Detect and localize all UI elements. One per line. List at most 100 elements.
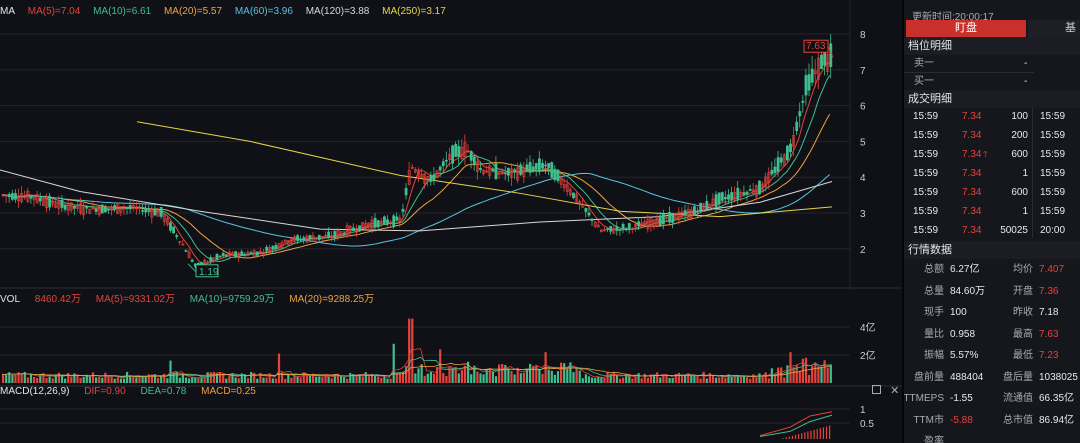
- volume-bar: [746, 377, 749, 383]
- trade-time: 15:59: [913, 149, 939, 160]
- macd-window-buttons: ✕: [872, 384, 899, 397]
- candle-body: [240, 251, 244, 256]
- buy1-row: 买一 -: [904, 72, 1080, 91]
- volume-bar: [246, 378, 250, 383]
- tab-fundamentals[interactable]: 基: [1028, 20, 1080, 37]
- candle-body: [503, 172, 507, 175]
- volume-bar: [618, 378, 622, 383]
- volume-bar: [206, 372, 209, 383]
- volume-bar: [454, 366, 457, 383]
- volume-bar: [631, 378, 634, 383]
- candle-body: [249, 252, 253, 254]
- price-tick: 6: [860, 102, 866, 113]
- volume-bar: [51, 378, 54, 383]
- candle-body: [144, 207, 148, 213]
- market-value: 6.27亿: [950, 264, 980, 275]
- candle-body: [705, 200, 709, 210]
- candle-body: [224, 254, 228, 257]
- trade-price: 7.34: [962, 168, 982, 179]
- volume-bar: [718, 377, 721, 383]
- trade-time-next: 20:00: [1040, 225, 1066, 236]
- volume-bar: [277, 353, 281, 383]
- volume-bar: [284, 378, 287, 383]
- volume-bar: [181, 374, 184, 383]
- volume-bar: [408, 318, 411, 383]
- volume-bar: [767, 378, 770, 383]
- volume-bar: [119, 378, 122, 383]
- candle-body: [457, 146, 461, 157]
- macd-dif-value: DIF=0.90: [84, 386, 126, 397]
- trade-price: 7.34: [962, 225, 982, 236]
- candle-body: [184, 250, 188, 252]
- volume-bar: [414, 373, 417, 383]
- candle-body: [153, 209, 157, 216]
- candle-body: [141, 210, 145, 212]
- market-value: 7.407: [1039, 264, 1065, 275]
- candlestick-chart[interactable]: 8 7 6 5 4 3 2 7.63 1.19: [0, 0, 902, 290]
- order-book-title: 档位明细: [904, 37, 1080, 55]
- candle-body: [541, 163, 544, 169]
- volume-bar: [711, 375, 715, 383]
- volume-bar: [184, 377, 188, 383]
- candle-body: [798, 111, 802, 117]
- candle-body: [382, 216, 386, 224]
- candle-body: [668, 211, 672, 223]
- ma-line: [1, 113, 831, 259]
- volume-bar: [380, 378, 383, 383]
- candle-body: [779, 157, 783, 163]
- volume-bar: [169, 360, 172, 383]
- volume-bar: [26, 377, 29, 383]
- volume-bar: [553, 374, 556, 383]
- candle-body: [624, 228, 628, 230]
- candle-body: [128, 205, 132, 210]
- volume-bar: [594, 377, 597, 383]
- trade-time: 15:59: [913, 187, 939, 198]
- candle-body: [392, 215, 396, 228]
- volume-bar: [330, 378, 333, 383]
- candle-body: [730, 192, 734, 201]
- volume-bar: [178, 377, 181, 383]
- chart-area[interactable]: MA MA(5)=7.04 MA(10)=6.61 MA(20)=5.57 MA…: [0, 0, 902, 443]
- volume-bar: [188, 378, 191, 383]
- ma-line: [1, 62, 830, 265]
- volume-bar: [157, 378, 160, 383]
- candle-body: [736, 187, 740, 200]
- trade-time: 15:59: [913, 130, 939, 141]
- sell1-row: 卖一 -: [904, 54, 1080, 73]
- candle-body: [234, 251, 238, 258]
- candle-body: [94, 208, 98, 212]
- volume-bar: [730, 376, 733, 383]
- candle-body: [438, 166, 442, 171]
- volume-bar: [299, 377, 302, 383]
- volume-bar: [116, 377, 119, 383]
- market-value: 86.94亿: [1039, 414, 1075, 426]
- volume-bar: [11, 374, 14, 383]
- volume-bar: [581, 378, 584, 383]
- volume-bar: [250, 372, 253, 383]
- candle-body: [159, 207, 163, 217]
- candle-body: [606, 228, 610, 230]
- maximize-icon[interactable]: [872, 385, 881, 394]
- candle-body: [265, 246, 269, 251]
- volume-bar: [529, 363, 532, 383]
- trade-time-next: 15:59: [1040, 168, 1066, 179]
- volume-bar: [699, 378, 702, 383]
- volume-bar: [749, 378, 752, 383]
- volume-bar: [374, 375, 377, 383]
- macd-chart[interactable]: 10.5: [0, 397, 902, 443]
- volume-chart[interactable]: 4亿 2亿: [0, 300, 902, 388]
- volume-bar: [339, 375, 343, 383]
- candle-body: [683, 210, 687, 216]
- candle-body: [776, 157, 780, 172]
- candle-body: [63, 205, 67, 210]
- candle-body: [299, 239, 303, 241]
- candle-body: [534, 163, 538, 170]
- candle-body: [60, 199, 64, 208]
- tab-pankou[interactable]: 盯盘: [906, 20, 1026, 37]
- candle-body: [491, 168, 495, 172]
- volume-bar: [429, 371, 432, 383]
- market-label: 流通值: [1003, 393, 1033, 404]
- volume-bar: [144, 376, 147, 383]
- volume-bar: [491, 371, 494, 383]
- close-icon[interactable]: ✕: [890, 385, 899, 397]
